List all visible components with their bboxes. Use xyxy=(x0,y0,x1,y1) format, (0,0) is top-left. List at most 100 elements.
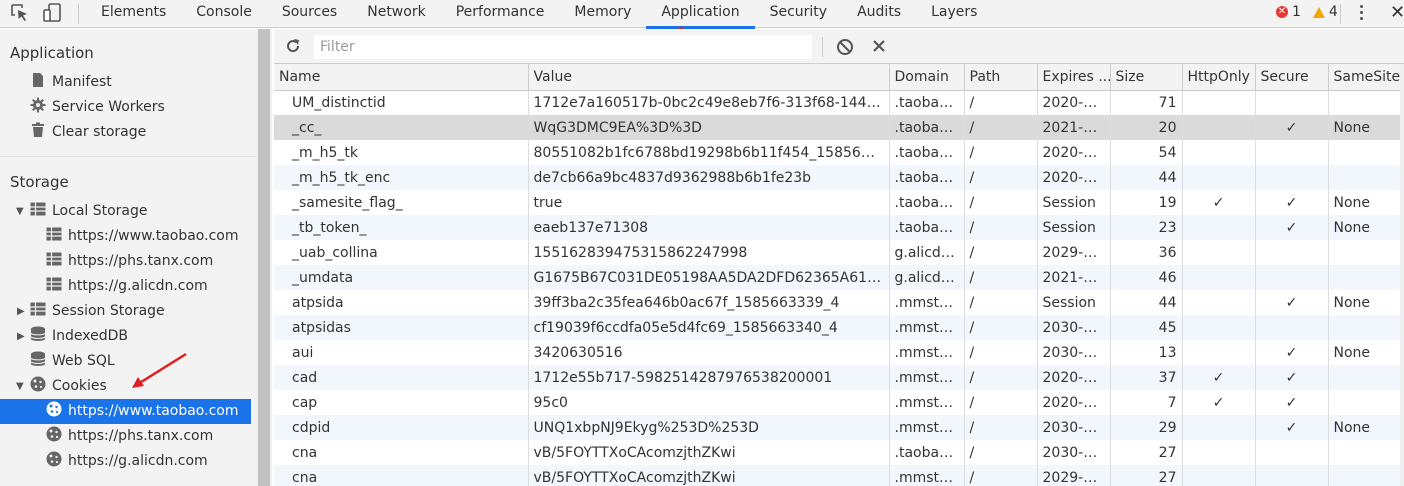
delete-selected-icon[interactable] xyxy=(872,39,886,53)
cookies-table-body: UM_distinctid 1712e7a160517b-0bc2c49e8eb7… xyxy=(274,90,1401,486)
table-row[interactable]: _uab_collina 155162839475315862247998 g.al… xyxy=(274,240,1401,265)
table-row[interactable]: _tb_token_ eaeb137e71308 .taobao... / Sessio… xyxy=(274,215,1401,240)
table-row[interactable]: cna vB/5FOYTTXoCAcomzjthZKwi .mmsta.../202… xyxy=(274,465,1401,486)
column-header-value[interactable]: Value xyxy=(528,64,890,91)
table-row[interactable]: cdpid UNQ1xbpNJ9Ekyg%253D%253D .mmsta.../2… xyxy=(274,415,1401,440)
issue-counter[interactable]: ✕ 1 4 xyxy=(1276,4,1338,20)
expand-triangle-down-icon[interactable]: ▼ xyxy=(16,381,24,392)
table-row[interactable]: UM_distinctid 1712e7a160517b-0bc2c49e8eb7… xyxy=(274,90,1401,115)
panel-tabs: Elements Console Sources Network Perform… xyxy=(86,0,992,29)
refresh-icon[interactable] xyxy=(284,37,302,55)
table-scrollbar[interactable] xyxy=(1400,64,1404,486)
column-header-expires[interactable]: Expires ... xyxy=(1037,64,1111,91)
table-row[interactable]: _m_h5_tk 80551082b1fc6788bd19298b6b11f454… xyxy=(274,140,1401,165)
tab-console[interactable]: Console xyxy=(181,0,267,28)
sidebar-item-indexeddb[interactable]: IndexedDB xyxy=(30,325,128,347)
column-header-httponly[interactable]: HttpOnly xyxy=(1182,64,1256,91)
sidebar-scrollbar[interactable] xyxy=(256,29,272,486)
cell-httponly xyxy=(1182,315,1256,340)
sidebar-item-cookie-origin[interactable]: https://g.alicdn.com xyxy=(46,450,208,472)
cell-name: cna xyxy=(274,465,529,486)
tab-network[interactable]: Network xyxy=(352,0,440,28)
cell-value: 1712e55b717-5982514287976538200001 xyxy=(528,365,890,390)
expand-triangle-down-icon[interactable]: ▼ xyxy=(16,206,24,217)
cell-value: G1675B67C031DE05198AA5DA2DFD62365A61723 xyxy=(528,265,890,290)
cell-samesite xyxy=(1328,315,1401,340)
expand-triangle-right-icon[interactable]: ▶ xyxy=(17,331,25,342)
tab-sources[interactable]: Sources xyxy=(267,0,352,28)
table-row[interactable]: atpsida 39ff3ba2c35fea646b0ac67f_15856633… xyxy=(274,290,1401,315)
table-row[interactable]: aui 3420630516 .mmsta.../2030-0... 13 ✓ None xyxy=(274,340,1401,365)
tab-layers[interactable]: Layers xyxy=(916,0,992,28)
cell-expires: 2029-0... xyxy=(1037,465,1111,486)
cell-value: 155162839475315862247998 xyxy=(528,240,890,265)
more-options-icon[interactable] xyxy=(1360,5,1364,23)
cell-expires: Session xyxy=(1037,190,1111,215)
column-header-domain[interactable]: Domain xyxy=(889,64,965,91)
cell-samesite: None xyxy=(1328,290,1401,315)
expand-triangle-right-icon[interactable]: ▶ xyxy=(17,306,25,317)
close-devtools-icon[interactable]: ✕ xyxy=(1390,2,1404,23)
sidebar-item-label: IndexedDB xyxy=(52,328,128,344)
sidebar-item-label: Local Storage xyxy=(52,203,148,219)
sidebar-scrollbar-thumb[interactable] xyxy=(258,29,270,486)
column-header-name[interactable]: Name xyxy=(274,64,529,91)
table-row[interactable]: _umdata G1675B67C031DE05198AA5DA2DFD62365… xyxy=(274,265,1401,290)
sidebar-item-local-storage-origin[interactable]: https://www.taobao.com xyxy=(46,225,238,247)
column-header-path[interactable]: Path xyxy=(964,64,1038,91)
sidebar-item-cookie-origin-selected[interactable]: https://www.taobao.com xyxy=(46,400,238,422)
cell-value: UNQ1xbpNJ9Ekyg%253D%253D xyxy=(528,415,890,440)
cell-value: 80551082b1fc6788bd19298b6b11f454_1585669… xyxy=(528,140,890,165)
cell-samesite xyxy=(1328,90,1401,115)
sidebar-item-local-storage-origin[interactable]: https://phs.tanx.com xyxy=(46,250,213,272)
sidebar-item-local-storage-origin[interactable]: https://g.alicdn.com xyxy=(46,275,208,297)
cell-domain: .mmsta... xyxy=(889,365,965,390)
cell-expires: 2021-0... xyxy=(1037,265,1111,290)
sidebar-item-label: https://www.taobao.com xyxy=(68,403,239,419)
tab-elements[interactable]: Elements xyxy=(86,0,181,28)
sidebar-item-session-storage[interactable]: Session Storage xyxy=(30,300,165,322)
warning-count: 4 xyxy=(1328,4,1338,20)
grid-table-icon xyxy=(46,277,62,291)
sidebar-item-local-storage[interactable]: Local Storage xyxy=(30,200,148,222)
tab-memory[interactable]: Memory xyxy=(559,0,646,28)
table-row[interactable]: cad 1712e55b717-5982514287976538200001 .mm… xyxy=(274,365,1401,390)
cell-value: true xyxy=(528,190,890,215)
cell-httponly xyxy=(1182,290,1256,315)
sidebar-item-service-workers[interactable]: Service Workers xyxy=(30,96,165,118)
cell-size: 37 xyxy=(1110,365,1183,390)
cell-path: / xyxy=(964,365,1038,390)
column-header-size[interactable]: Size xyxy=(1110,64,1183,91)
table-row[interactable]: cap 95c0 .mmsta.../2020-0... 7 ✓ ✓ xyxy=(274,390,1401,415)
table-row[interactable]: cna vB/5FOYTTXoCAcomzjthZKwi .taobao.../20… xyxy=(274,440,1401,465)
table-row[interactable]: _m_h5_tk_enc de7cb66a9bc4837d9362988b6b1f… xyxy=(274,165,1401,190)
column-header-secure[interactable]: Secure xyxy=(1255,64,1329,91)
cell-size: 46 xyxy=(1110,265,1183,290)
device-toolbar-icon[interactable] xyxy=(42,3,64,23)
cell-name: _umdata xyxy=(274,265,529,290)
sidebar-item-cookie-origin[interactable]: https://phs.tanx.com xyxy=(46,425,213,447)
inspect-element-icon[interactable] xyxy=(10,3,32,23)
clear-all-icon[interactable] xyxy=(836,38,854,56)
cell-httponly xyxy=(1182,115,1256,140)
cell-domain: g.alicdn... xyxy=(889,240,965,265)
cell-path: / xyxy=(964,265,1038,290)
sidebar-item-manifest[interactable]: Manifest xyxy=(30,71,112,93)
table-row[interactable]: _samesite_flag_ true .taobao... / Session 19 ✓… xyxy=(274,190,1401,215)
table-row[interactable]: _cc_ WqG3DMC9EA%3D%3D .taobao.../2021-0...… xyxy=(274,115,1401,140)
tab-audits[interactable]: Audits xyxy=(842,0,916,28)
sidebar-item-websql[interactable]: Web SQL xyxy=(30,350,115,372)
cell-value: cf19039f6ccdfa05e5d4fc69_1585663340_4 xyxy=(528,315,890,340)
sidebar-item-clear-storage[interactable]: Clear storage xyxy=(30,121,146,143)
tab-performance[interactable]: Performance xyxy=(441,0,560,28)
sidebar-item-cookies[interactable]: Cookies xyxy=(30,375,107,397)
table-row[interactable]: atpsidas cf19039f6ccdfa05e5d4fc69_1585663… xyxy=(274,315,1401,340)
cell-expires: 2030-0... xyxy=(1037,440,1111,465)
tab-security[interactable]: Security xyxy=(755,0,843,28)
cell-samesite xyxy=(1328,165,1401,190)
filter-input[interactable] xyxy=(314,35,812,59)
column-header-samesite[interactable]: SameSite xyxy=(1328,64,1401,91)
cell-domain: .mmsta... xyxy=(889,290,965,315)
cell-samesite: None xyxy=(1328,115,1401,140)
cell-samesite: None xyxy=(1328,340,1401,365)
